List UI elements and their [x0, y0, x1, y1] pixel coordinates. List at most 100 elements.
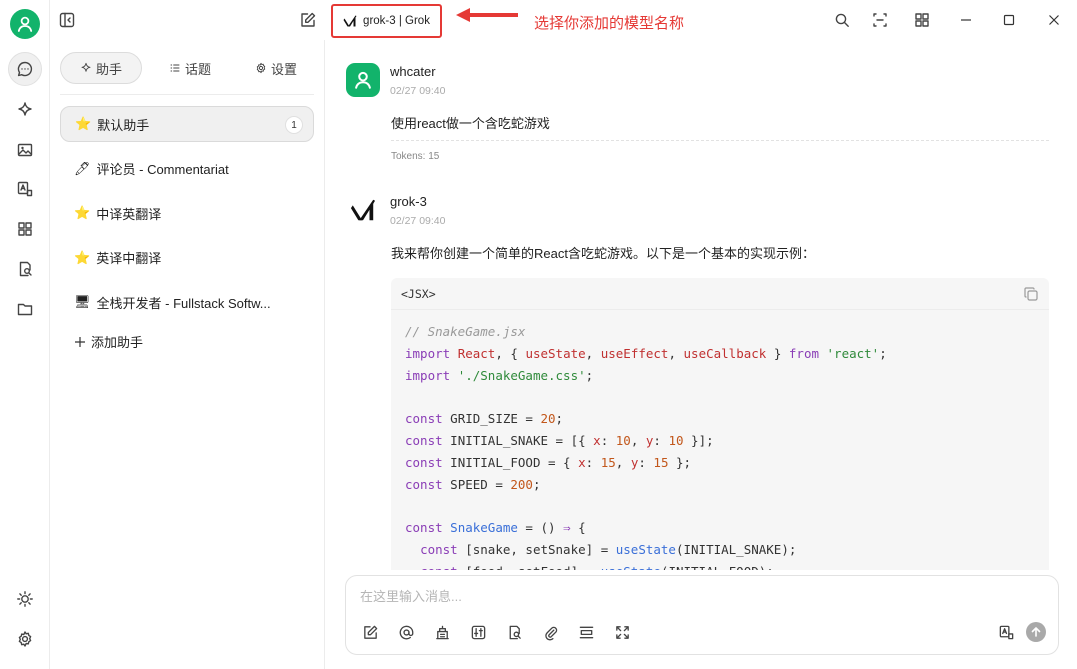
folder-icon	[17, 303, 33, 316]
settings-nav-button[interactable]	[8, 622, 42, 656]
send-button[interactable]	[1026, 622, 1046, 642]
new-topic-tool-button[interactable]	[360, 622, 380, 642]
annotation-label: 选择你添加的模型名称	[534, 15, 685, 32]
bot-message-name: grok-3	[390, 194, 427, 209]
assistant-label: 评论员 - Commentariat	[96, 162, 229, 177]
sparkle-icon	[18, 102, 32, 116]
assistant-label: 中译英翻译	[96, 206, 162, 222]
search-button[interactable]	[830, 8, 854, 32]
toggle-sidebar-button[interactable]	[55, 8, 79, 32]
minimize-button[interactable]	[954, 8, 978, 32]
mention-model-button[interactable]	[396, 622, 416, 642]
fit-width-icon	[873, 13, 887, 27]
assistant-emoji: 🖊	[74, 160, 91, 176]
at-icon	[399, 625, 413, 639]
expand-input-button[interactable]	[612, 622, 632, 642]
user-icon	[355, 71, 371, 89]
assistant-label: 英译中翻译	[96, 251, 162, 266]
sliders-icon	[471, 625, 485, 639]
edit-icon	[301, 12, 316, 27]
assistant-item[interactable]: ⭐ 默认助手 1	[60, 106, 314, 142]
tab-assistants[interactable]: 助手	[60, 52, 142, 84]
sparkle-icon	[81, 62, 91, 72]
paperclip-icon	[544, 626, 557, 640]
assistant-item[interactable]: 🖊 评论员 - Commentariat	[60, 151, 314, 187]
assistant-emoji: ⭐	[74, 249, 91, 265]
close-icon	[1049, 15, 1059, 25]
assistant-label: 全栈开发者 - Fullstack Softw...	[96, 295, 271, 311]
panel-tabs: 助手 话题 设置	[60, 52, 314, 84]
tab-settings[interactable]: 设置	[238, 52, 314, 84]
chat-bubble-icon	[17, 61, 33, 77]
maximize-button[interactable]	[997, 8, 1021, 32]
file-search-icon	[19, 261, 32, 277]
translate-icon	[17, 181, 33, 197]
translate-icon	[999, 625, 1013, 639]
miniapps-button[interactable]	[910, 8, 934, 32]
chat-nav-button[interactable]	[8, 52, 42, 86]
message-composer	[345, 575, 1059, 655]
code-language: <JSX>	[391, 278, 1049, 310]
assistant-label: 默认助手	[97, 117, 150, 133]
web-search-button[interactable]	[504, 622, 524, 642]
user-icon	[17, 16, 33, 32]
assistant-list: ⭐ 默认助手 1 🖊 评论员 - Commentariat ⭐ 中译英翻译 ⭐ …	[60, 106, 314, 355]
building-icon	[435, 625, 449, 639]
user-avatar[interactable]	[10, 9, 40, 39]
knowledge-base-button[interactable]	[432, 622, 452, 642]
user-message-name: whcater	[390, 64, 436, 79]
minimize-icon	[961, 19, 971, 21]
divider-icon	[579, 626, 593, 638]
assistant-emoji: ⭐	[74, 205, 91, 220]
search-icon	[835, 13, 849, 27]
mcp-settings-button[interactable]	[468, 622, 488, 642]
apps-nav-button[interactable]	[8, 212, 42, 246]
clear-context-button[interactable]	[576, 622, 596, 642]
copy-icon[interactable]	[1023, 286, 1039, 302]
gear-icon	[18, 631, 32, 647]
assistant-panel: 助手 话题 设置 ⭐ 默认助手 1 🖊 评论员 - Commentariat ⭐…	[50, 40, 325, 669]
attach-file-button[interactable]	[540, 622, 560, 642]
grid-icon	[915, 13, 929, 27]
chat-area: whcater 02/27 09:40 使用react做一个含吃蛇游戏 Toke…	[326, 40, 1077, 570]
app-window: grok-3 | Grok 选择你添加的模型名称 助手 话题 设置 ⭐ 默认助手…	[0, 0, 1077, 669]
sidebar-collapse-icon	[59, 12, 75, 28]
icon-rail	[0, 0, 50, 669]
gear-icon	[256, 62, 266, 74]
assistant-item[interactable]: ⭐ 英译中翻译	[60, 240, 314, 276]
image-icon	[17, 143, 33, 157]
assistant-item[interactable]: 🖥 全栈开发者 - Fullstack Softw...	[60, 284, 314, 320]
user-message-time: 02/27 09:40	[390, 85, 446, 97]
add-assistant-button[interactable]: 添加助手	[60, 329, 314, 355]
translate-nav-button[interactable]	[8, 172, 42, 206]
new-topic-button[interactable]	[296, 8, 320, 32]
message-input[interactable]	[360, 586, 960, 606]
arrow-up-icon	[1031, 627, 1041, 637]
grid-icon	[18, 222, 32, 236]
tab-topics[interactable]: 话题	[152, 52, 228, 84]
expand-icon	[615, 625, 629, 639]
bot-message-text[interactable]: 我来帮你创建一个简单的React含吃蛇游戏。以下是一个基本的实现示例：	[391, 243, 815, 262]
file-search-icon	[509, 625, 521, 639]
code-content[interactable]: // SnakeGame.jsx import React, { useStat…	[391, 310, 1049, 570]
topic-count-badge: 1	[285, 116, 303, 134]
grok-logo-icon	[343, 15, 357, 27]
narrow-mode-button[interactable]	[868, 8, 892, 32]
user-message-text[interactable]: 使用react做一个含吃蛇游戏	[391, 113, 550, 132]
assistant-emoji: ⭐	[75, 116, 92, 131]
user-message-avatar	[346, 63, 380, 97]
assistant-emoji: 🖥	[74, 294, 91, 309]
translate-input-button[interactable]	[996, 622, 1016, 642]
knowledge-nav-button[interactable]	[8, 252, 42, 286]
image-nav-button[interactable]	[8, 133, 42, 167]
theme-toggle-button[interactable]	[8, 582, 42, 616]
agents-nav-button[interactable]	[8, 93, 42, 127]
annotation-arrow-icon	[456, 8, 518, 22]
maximize-icon	[1003, 14, 1015, 26]
assistant-item[interactable]: ⭐ 中译英翻译	[60, 195, 314, 231]
close-button[interactable]	[1042, 8, 1066, 32]
files-nav-button[interactable]	[8, 292, 42, 326]
top-bar: grok-3 | Grok 选择你添加的模型名称	[50, 0, 1077, 40]
sun-icon	[17, 591, 33, 607]
model-selector[interactable]: grok-3 | Grok	[331, 4, 442, 38]
